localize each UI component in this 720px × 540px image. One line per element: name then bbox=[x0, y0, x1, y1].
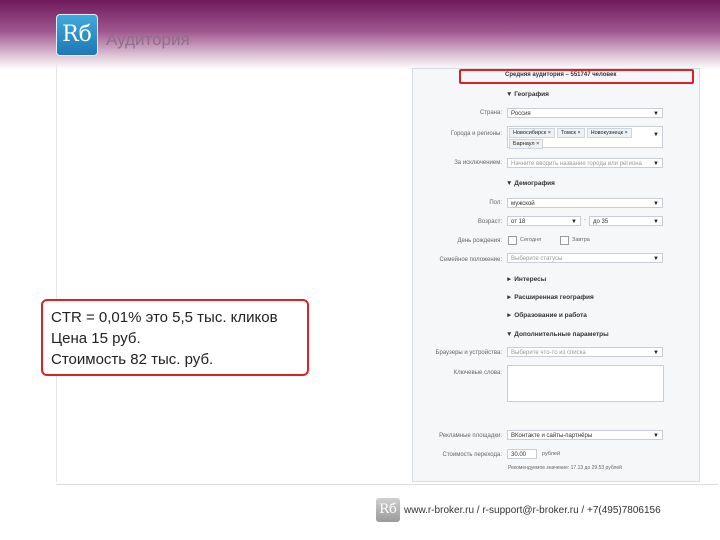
chevron-down-icon[interactable]: ▼ bbox=[653, 348, 659, 358]
section-interests[interactable]: ► Интересы bbox=[506, 276, 546, 283]
chevron-down-icon[interactable]: ▼ bbox=[653, 159, 659, 169]
city-tag[interactable]: Новокузнецк × bbox=[586, 128, 632, 138]
browsers-select[interactable]: Выберите что-то из списка ▼ bbox=[507, 347, 663, 357]
country-value: Россия bbox=[511, 111, 531, 117]
section-extended-geography[interactable]: ► Расширенная география bbox=[506, 294, 594, 301]
page-title: Аудитория bbox=[106, 30, 190, 49]
age-dash: - bbox=[584, 217, 586, 223]
platforms-label: Рекламные площадки: bbox=[439, 433, 502, 439]
callout-line-cost: Стоимость 82 тыс. руб. bbox=[51, 351, 214, 368]
sex-value: мужской bbox=[511, 201, 535, 207]
chevron-down-icon[interactable]: ▼ bbox=[653, 199, 659, 209]
cost-label: Стоимость перехода: bbox=[442, 452, 502, 458]
keywords-textarea[interactable] bbox=[507, 365, 664, 402]
cost-value: 30.00 bbox=[511, 452, 527, 458]
birthday-today-checkbox[interactable] bbox=[508, 236, 517, 245]
family-select[interactable]: Выберите статусы ▼ bbox=[507, 253, 663, 263]
city-tag[interactable]: Томск × bbox=[556, 128, 585, 138]
recommended-cost: Рекомендуемое значение: 17.13 до 29.53 р… bbox=[508, 465, 622, 471]
cities-label: Города и регионы: bbox=[450, 131, 502, 137]
sex-label: Пол: bbox=[489, 200, 502, 206]
country-label: Страна: bbox=[479, 110, 502, 116]
birthday-tomorrow-checkbox[interactable] bbox=[560, 236, 569, 245]
city-tag[interactable]: Новосибирск × bbox=[509, 128, 555, 138]
platforms-value: ВКонтакте и сайты-партнёры bbox=[511, 433, 593, 439]
callout-line-ctr: CTR = 0,01% это 5,5 тыс. кликов bbox=[51, 309, 278, 326]
birthday-tomorrow-label: Завтра bbox=[572, 237, 590, 243]
chevron-down-icon[interactable]: ▼ bbox=[653, 132, 659, 138]
chevron-down-icon[interactable]: ▼ bbox=[571, 217, 577, 227]
chevron-down-icon[interactable]: ▼ bbox=[653, 217, 659, 227]
keywords-label: Ключевые слова: bbox=[453, 370, 502, 376]
cities-multiselect[interactable]: Новосибирск × Томск × Новокузнецк × Барнаул… bbox=[507, 126, 663, 149]
except-label: За исключением: bbox=[454, 160, 502, 166]
chevron-down-icon[interactable]: ▼ bbox=[653, 109, 659, 119]
section-additional[interactable]: ▼ Дополнительные параметры bbox=[506, 331, 609, 338]
chevron-down-icon[interactable]: ▼ bbox=[653, 431, 659, 441]
callout-line-price: Цена 15 руб. bbox=[51, 330, 141, 347]
age-from-value: от 18 bbox=[511, 219, 526, 225]
country-select[interactable]: Россия ▼ bbox=[507, 108, 663, 118]
age-to-select[interactable]: до 35 ▼ bbox=[589, 216, 663, 226]
family-placeholder: Выберите статусы bbox=[511, 256, 563, 262]
except-input[interactable]: Начните вводить название города или реги… bbox=[507, 158, 663, 168]
city-tag[interactable]: Барнаул × bbox=[509, 139, 544, 149]
birthday-today-label: Сегодня bbox=[520, 237, 542, 243]
logo: Rб bbox=[56, 14, 98, 56]
browsers-label: Браузеры и устройства: bbox=[435, 350, 502, 356]
section-demography[interactable]: ▼ Демография bbox=[506, 180, 555, 187]
age-from-select[interactable]: от 18 ▼ bbox=[507, 216, 581, 226]
platforms-select[interactable]: ВКонтакте и сайты-партнёры ▼ bbox=[507, 430, 663, 440]
audience-highlight-frame bbox=[459, 69, 694, 84]
footer-divider bbox=[56, 484, 718, 485]
section-geography[interactable]: ▼ География bbox=[506, 91, 549, 98]
sex-select[interactable]: мужской ▼ bbox=[507, 198, 663, 208]
ctr-callout: CTR = 0,01% это 5,5 тыс. кликов Цена 15 … bbox=[41, 299, 309, 376]
except-placeholder: Начните вводить название города или реги… bbox=[511, 161, 642, 167]
browsers-placeholder: Выберите что-то из списка bbox=[511, 350, 586, 356]
age-label: Возраст: bbox=[477, 219, 502, 225]
birthday-label: День рождения: bbox=[457, 238, 502, 244]
cost-unit: рублей bbox=[542, 451, 561, 457]
family-label: Семейное положение: bbox=[439, 257, 502, 263]
age-to-value: до 35 bbox=[593, 219, 609, 225]
cost-input[interactable]: 30.00 bbox=[507, 449, 537, 459]
footer-logo: Rб bbox=[376, 498, 400, 522]
footer-contacts: www.r-broker.ru / r-support@r-broker.ru … bbox=[404, 505, 661, 516]
divider-vertical bbox=[56, 62, 57, 482]
section-education[interactable]: ► Образование и работа bbox=[506, 312, 587, 319]
chevron-down-icon[interactable]: ▼ bbox=[653, 254, 659, 264]
